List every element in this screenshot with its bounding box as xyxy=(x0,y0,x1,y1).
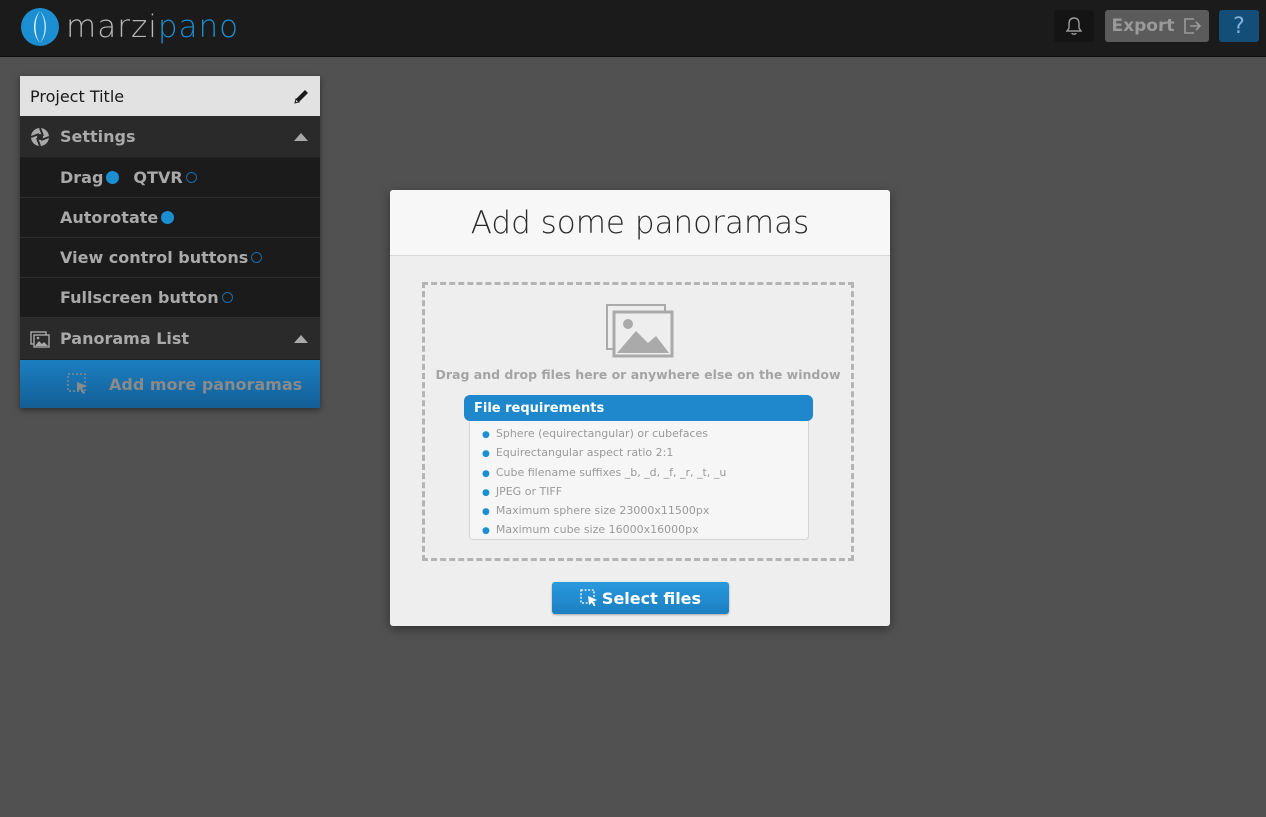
bullet-icon: ● xyxy=(482,507,490,518)
qtvr-radio[interactable] xyxy=(185,172,197,183)
dialog-title: Add some panoramas xyxy=(390,190,890,256)
bullet-icon: ● xyxy=(482,487,490,498)
project-title-row[interactable]: Project Title xyxy=(20,76,320,116)
requirement-text: Cube filename suffixes _b, _d, _f, _r, _… xyxy=(495,465,727,479)
top-bar: marzipano Export ? xyxy=(0,0,1266,57)
collapse-caret-icon[interactable] xyxy=(294,335,308,343)
requirement-text: Maximum cube size 16000x16000px xyxy=(495,523,699,537)
fullscreen-toggle[interactable] xyxy=(221,292,233,303)
bell-icon xyxy=(1065,17,1083,35)
marzipano-logo-icon xyxy=(21,8,59,46)
bullet-icon: ● xyxy=(482,449,490,460)
export-button[interactable]: Export xyxy=(1105,10,1209,42)
pencil-icon[interactable] xyxy=(293,88,310,105)
logo-text-b: pano xyxy=(157,9,240,45)
select-files-label: Select files xyxy=(601,588,702,608)
export-label: Export xyxy=(1111,16,1175,36)
list-item: ● Maximum cube size 16000x16000px xyxy=(482,521,808,540)
select-cursor-icon xyxy=(580,589,597,607)
export-icon xyxy=(1184,18,1202,34)
file-requirements-header: File requirements xyxy=(464,395,813,421)
panorama-list-section-header[interactable]: Panorama List xyxy=(20,318,320,360)
autorotate-label: Autorotate xyxy=(60,208,159,227)
fullscreen-label: Fullscreen button xyxy=(60,288,219,307)
requirement-text: Sphere (equirectangular) or cubefaces xyxy=(495,427,709,440)
help-button[interactable]: ? xyxy=(1219,10,1259,42)
bullet-icon: ● xyxy=(482,430,490,440)
drop-instructions: Drag and drop files here or anywhere els… xyxy=(435,367,841,382)
logo: marzipano xyxy=(20,6,239,48)
list-item: ● Equirectangular aspect ratio 2:1 xyxy=(482,444,808,463)
view-mode-row: Drag QTVR xyxy=(20,158,320,198)
aperture-icon xyxy=(30,127,50,146)
drag-radio[interactable] xyxy=(106,171,120,184)
collapse-caret-icon[interactable] xyxy=(294,133,308,141)
add-more-panoramas-button[interactable]: Add more panoramas xyxy=(20,360,320,408)
view-control-buttons-row[interactable]: View control buttons xyxy=(20,238,320,278)
fullscreen-button-row[interactable]: Fullscreen button xyxy=(20,278,320,318)
list-item: ● Maximum sphere size 23000x11500px xyxy=(482,502,808,521)
drag-label[interactable]: Drag xyxy=(60,168,103,187)
logo-text-a: marzi xyxy=(66,9,158,45)
autorotate-toggle[interactable] xyxy=(161,211,175,224)
autorotate-row[interactable]: Autorotate xyxy=(20,198,320,238)
qtvr-label[interactable]: QTVR xyxy=(133,168,182,187)
view-control-label: View control buttons xyxy=(60,248,249,267)
view-control-toggle[interactable] xyxy=(251,252,263,263)
project-title: Project Title xyxy=(30,86,125,106)
list-item: ● JPEG or TIFF xyxy=(482,483,808,502)
bullet-icon: ● xyxy=(482,468,490,479)
add-panoramas-dialog: Add some panoramas Drag and drop files h… xyxy=(390,190,890,626)
settings-label: Settings xyxy=(60,127,136,146)
drop-zone[interactable]: Drag and drop files here or anywhere els… xyxy=(422,282,854,561)
list-item: ● Cube filename suffixes _b, _d, _f, _r, … xyxy=(482,464,808,483)
image-stack-icon xyxy=(606,304,674,358)
settings-section-header[interactable]: Settings xyxy=(20,116,320,158)
select-cursor-icon xyxy=(67,373,87,394)
requirement-text: JPEG or TIFF xyxy=(495,484,563,498)
notifications-button[interactable] xyxy=(1054,10,1094,42)
logo-text: marzipano xyxy=(66,7,239,47)
requirement-text: Maximum sphere size 23000x11500px xyxy=(495,504,710,518)
bullet-icon: ● xyxy=(482,526,490,537)
images-icon xyxy=(30,330,50,348)
select-files-button[interactable]: Select files xyxy=(552,582,729,614)
list-item: ● Sphere (equirectangular) or cubefaces xyxy=(482,425,808,444)
requirement-text: Equirectangular aspect ratio 2:1 xyxy=(495,446,674,460)
file-requirements-list: ● Sphere (equirectangular) or cubefaces ●… xyxy=(469,421,809,540)
sidebar: Project Title Settings Drag QTVR Autorot… xyxy=(20,76,320,408)
add-more-label: Add more panoramas xyxy=(109,374,303,394)
panorama-list-label: Panorama List xyxy=(60,329,190,348)
